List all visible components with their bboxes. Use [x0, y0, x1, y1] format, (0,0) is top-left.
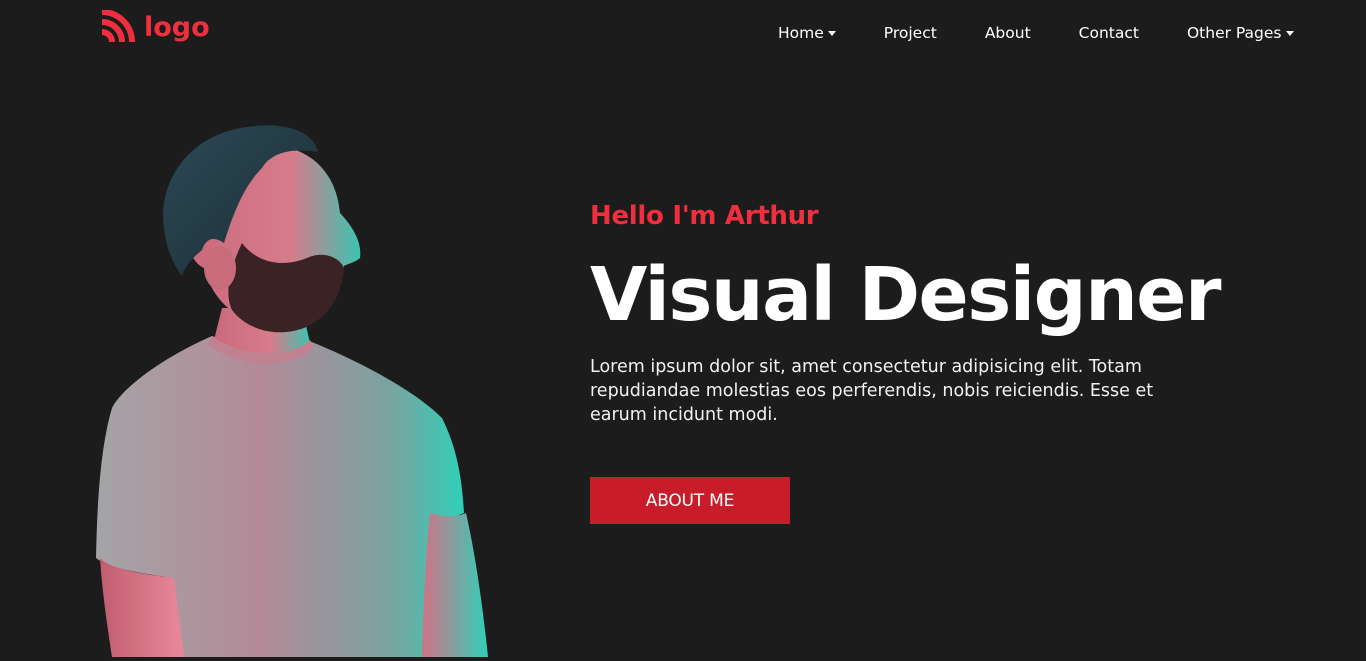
- caret-down-icon: [1285, 31, 1294, 36]
- rss-logo-icon: [99, 10, 135, 48]
- nav-item-other-pages[interactable]: Other Pages: [1187, 24, 1294, 42]
- nav-item-contact[interactable]: Contact: [1079, 24, 1139, 42]
- hero-portrait-image: [92, 118, 502, 657]
- hero-headline: Visual Designer: [590, 252, 1222, 338]
- nav-item-project[interactable]: Project: [884, 24, 937, 42]
- hero-section: Hello I'm Arthur Visual Designer Lorem i…: [590, 197, 1290, 524]
- person-portrait-icon: [96, 125, 488, 657]
- nav-label-contact: Contact: [1078, 24, 1139, 42]
- about-me-button[interactable]: ABOUT ME: [590, 477, 790, 524]
- caret-down-icon: [827, 31, 836, 36]
- logo-text: logo: [144, 11, 210, 43]
- nav-label-other-pages: Other Pages: [1186, 24, 1282, 42]
- hero-greeting: Hello I'm Arthur: [590, 201, 819, 231]
- main-nav: Home Project About Contact Other Pages: [778, 22, 1294, 44]
- nav-label-home: Home: [778, 24, 824, 42]
- nav-item-about[interactable]: About: [985, 24, 1031, 42]
- logo-link[interactable]: logo: [99, 10, 210, 48]
- nav-item-home[interactable]: Home: [778, 24, 836, 42]
- hero-description: Lorem ipsum dolor sit, amet consectetur …: [590, 357, 1154, 425]
- nav-label-project: Project: [883, 24, 937, 42]
- nav-label-about: About: [984, 24, 1031, 42]
